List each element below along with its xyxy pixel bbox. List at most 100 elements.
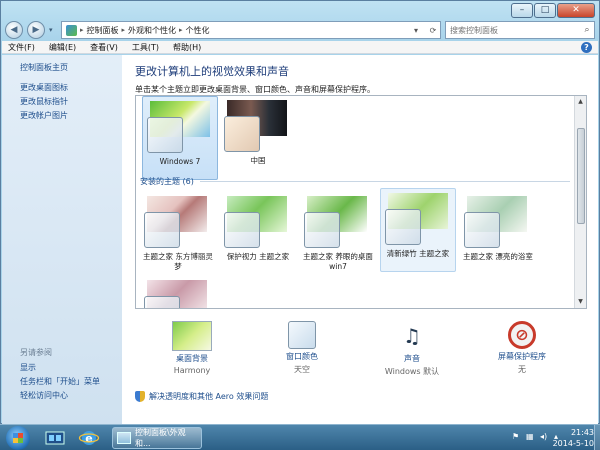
- window-color-item[interactable]: 窗口颜色 天空: [252, 321, 352, 375]
- refresh-icon[interactable]: ⟳: [426, 26, 440, 35]
- theme-beautiful-bathroom[interactable]: 主题之家 漂亮的浴室: [460, 192, 536, 276]
- window-preview-icon: [117, 432, 131, 444]
- minimize-button[interactable]: –: [511, 3, 533, 18]
- theme-eye-protection[interactable]: 保护视力 主题之家: [220, 192, 296, 276]
- desktop-background-item[interactable]: 桌面背景 Harmony: [142, 321, 242, 375]
- main-content: 更改计算机上的视觉效果和声音 单击某个主题立即更改桌面背景、窗口颜色、声音和屏幕…: [122, 55, 598, 424]
- theme-label: 主题之家 漂亮的浴室: [463, 252, 533, 261]
- recent-pages-dropdown-icon[interactable]: ▾: [49, 26, 57, 34]
- screensaver-link[interactable]: 屏幕保护程序: [472, 351, 572, 362]
- theme-color-swatch: [464, 212, 500, 248]
- forward-button[interactable]: ▶: [27, 21, 45, 39]
- theme-label: Windows 7: [159, 157, 201, 166]
- breadcrumb-separator-icon[interactable]: ▸: [122, 26, 126, 34]
- gallery-scrollbar[interactable]: ▲ ▼: [574, 96, 586, 308]
- window-color-icon: [288, 321, 316, 349]
- pinned-app-icon[interactable]: [44, 428, 68, 448]
- menu-bar: 文件(F) 编辑(E) 查看(V) 工具(T) 帮助(H) ?: [2, 41, 598, 54]
- theme-eye-friendly-win7[interactable]: 主题之家 养眼的桌面win7: [300, 192, 376, 276]
- search-box[interactable]: ⌕: [445, 21, 595, 39]
- help-icon[interactable]: ?: [581, 41, 592, 53]
- sound-icon: ♫: [403, 324, 421, 348]
- troubleshoot-aero-link[interactable]: 解决透明度和其他 Aero 效果问题: [135, 391, 268, 402]
- theme-windows7[interactable]: Windows 7: [142, 96, 218, 180]
- windows-logo-icon: [13, 433, 23, 443]
- taskbar-clock[interactable]: 21:43 2014-5-10: [538, 427, 594, 449]
- internet-explorer-icon[interactable]: e: [78, 428, 102, 448]
- navigation-bar: ◀ ▶ ▾ ▸ 控制面板 ▸ 外观和个性化 ▸ 个性化 ▾ ⟳ ⌕: [5, 19, 595, 41]
- shield-icon: [135, 391, 145, 402]
- theme-color-swatch: [224, 212, 260, 248]
- menu-tools[interactable]: 工具(T): [132, 42, 159, 53]
- back-button[interactable]: ◀: [5, 21, 23, 39]
- breadcrumb-personalization[interactable]: 个性化: [186, 25, 210, 36]
- address-bar[interactable]: ▸ 控制面板 ▸ 外观和个性化 ▸ 个性化 ▾ ⟳: [61, 21, 441, 39]
- breadcrumb-appearance[interactable]: 外观和个性化: [128, 25, 176, 36]
- breadcrumb-control-panel[interactable]: 控制面板: [87, 25, 119, 36]
- see-also-heading: 另请参阅: [20, 348, 52, 357]
- menu-view[interactable]: 查看(V): [90, 42, 118, 53]
- control-panel-window: – □ ✕ ◀ ▶ ▾ ▸ 控制面板 ▸ 外观和个性化 ▸ 个性化 ▾ ⟳ ⌕ …: [0, 0, 600, 424]
- taskbar-control-panel-task[interactable]: 控制面板\外观和...: [112, 427, 202, 449]
- sidebar-control-panel-home[interactable]: 控制面板主页: [20, 61, 122, 75]
- see-also-display[interactable]: 显示: [20, 361, 36, 375]
- theme-label: 主题之家 养眼的桌面win7: [303, 252, 373, 271]
- theme-color-swatch: [147, 117, 183, 153]
- scroll-up-icon[interactable]: ▲: [575, 96, 586, 108]
- see-also-taskbar-start-menu[interactable]: 任务栏和「开始」菜单: [20, 375, 100, 389]
- theme-gallery: Windows 7 中国 安装的主题 (6) 主题之家 东方博丽灵梦 保护视力: [135, 95, 587, 309]
- sounds-value: Windows 默认: [384, 367, 440, 376]
- screensaver-item[interactable]: ⊘ 屏幕保护程序 无: [472, 321, 572, 375]
- sounds-link[interactable]: 声音: [362, 353, 462, 364]
- sounds-item[interactable]: ♫ 声音 Windows 默认: [362, 321, 462, 377]
- control-panel-icon: [66, 24, 77, 36]
- theme-label: 保护视力 主题之家: [226, 252, 290, 261]
- search-input[interactable]: [450, 25, 580, 35]
- theme-fresh-bamboo[interactable]: 清新绿竹 主题之家: [380, 188, 456, 272]
- scroll-down-icon[interactable]: ▼: [575, 296, 586, 308]
- sidebar-change-mouse-pointers[interactable]: 更改鼠标指针: [20, 95, 122, 109]
- see-also-ease-of-access[interactable]: 轻松访问中心: [20, 389, 68, 403]
- page-title: 更改计算机上的视觉效果和声音: [135, 65, 289, 78]
- clock-time: 21:43: [570, 428, 594, 437]
- close-button[interactable]: ✕: [557, 3, 595, 18]
- show-desktop-button[interactable]: [594, 425, 600, 450]
- page-subtitle: 单击某个主题立即更改桌面背景、窗口颜色、声音和屏幕保护程序。: [135, 85, 375, 94]
- menu-help[interactable]: 帮助(H): [173, 42, 201, 53]
- theme-label: 中国: [250, 156, 266, 165]
- installed-themes-header: 安装的主题 (6): [140, 176, 570, 187]
- theme-label: 清新绿竹 主题之家: [386, 249, 450, 258]
- scrollbar-thumb[interactable]: [577, 128, 585, 224]
- clock-date: 2014-5-10: [552, 439, 594, 448]
- address-dropdown-icon[interactable]: ▾: [409, 26, 423, 35]
- theme-color-swatch: [224, 116, 260, 152]
- window-controls: – □ ✕: [511, 3, 595, 18]
- search-icon[interactable]: ⌕: [580, 25, 594, 35]
- desktop-background-link[interactable]: 桌面背景: [142, 353, 242, 364]
- tray-network-icon[interactable]: ▦: [526, 432, 536, 442]
- menu-edit[interactable]: 编辑(E): [49, 42, 76, 53]
- start-button[interactable]: [6, 426, 30, 450]
- troubleshoot-aero-label[interactable]: 解决透明度和其他 Aero 效果问题: [149, 391, 268, 402]
- window-color-value: 天空: [294, 365, 310, 374]
- theme-next-row-partial[interactable]: [140, 276, 216, 308]
- maximize-button[interactable]: □: [534, 3, 556, 18]
- breadcrumb-separator-icon[interactable]: ▸: [179, 26, 183, 34]
- desktop-background-value: Harmony: [173, 366, 211, 375]
- installed-themes-label: 安装的主题 (6): [140, 177, 194, 186]
- taskbar: e 控制面板\外观和... ⚑ ▦ ◂) ▴ 21:43 2014-5-10: [0, 424, 600, 450]
- sidebar-change-desktop-icons[interactable]: 更改桌面图标: [20, 81, 122, 95]
- taskbar-task-label: 控制面板\外观和...: [134, 428, 186, 448]
- theme-color-swatch: [144, 296, 180, 308]
- theme-china[interactable]: 中国: [220, 96, 296, 180]
- theme-touhou[interactable]: 主题之家 东方博丽灵梦: [140, 192, 216, 276]
- sidebar-change-account-picture[interactable]: 更改帐户图片: [20, 109, 122, 123]
- menu-file[interactable]: 文件(F): [8, 42, 35, 53]
- theme-color-swatch: [385, 209, 421, 245]
- theme-settings-row: 桌面背景 Harmony 窗口颜色 天空 ♫ 声音 Windows 默认 ⊘ 屏…: [122, 321, 598, 381]
- wallpaper-icon: [172, 321, 212, 351]
- window-color-link[interactable]: 窗口颜色: [252, 351, 352, 362]
- sidebar: 控制面板主页 更改桌面图标 更改鼠标指针 更改帐户图片 另请参阅 显示 任务栏和…: [2, 55, 122, 424]
- breadcrumb-separator-icon[interactable]: ▸: [80, 26, 84, 34]
- tray-flag-icon[interactable]: ⚑: [512, 432, 522, 442]
